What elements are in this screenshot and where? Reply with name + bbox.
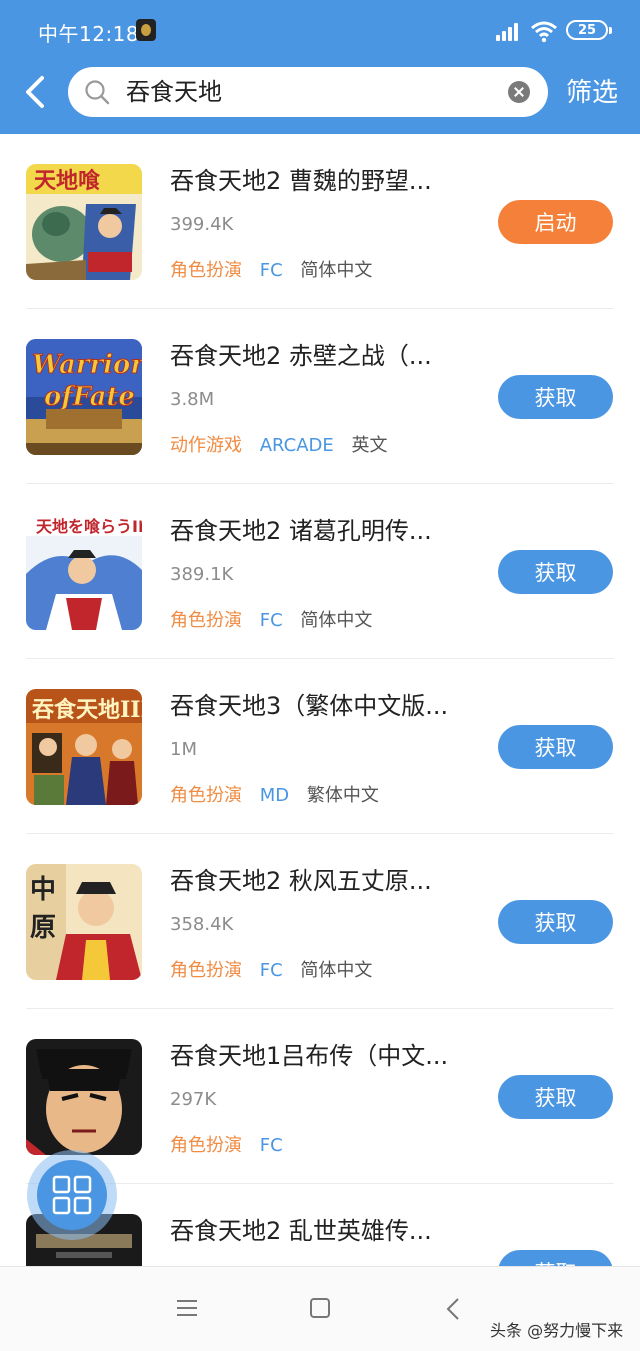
- search-box[interactable]: [68, 67, 548, 117]
- grid-icon: [52, 1175, 92, 1215]
- genre-tag: 角色扮演: [170, 260, 242, 281]
- results-list: 天地喰 吞食天地2 曹魏的野望... 399.4K 角色扮演 FC 简体中文 启…: [0, 134, 640, 1266]
- platform-tag: FC: [259, 1135, 283, 1156]
- get-button[interactable]: 获取: [498, 725, 613, 769]
- game-cover-image: Warriors ofFate: [26, 339, 142, 455]
- game-title[interactable]: 吞食天地2 秋风五丈原...: [170, 864, 470, 898]
- svg-text:天地喰: 天地喰: [34, 168, 100, 194]
- watermark: 头条 @努力慢下来: [490, 1321, 624, 1340]
- home-icon[interactable]: [310, 1298, 330, 1318]
- signal-icon: [496, 21, 522, 41]
- game-size: 297K: [170, 1089, 217, 1110]
- genre-tag: 动作游戏: [170, 435, 242, 456]
- clear-icon[interactable]: [508, 81, 530, 103]
- game-tags: 角色扮演 FC: [170, 1131, 295, 1157]
- filter-button[interactable]: 筛选: [566, 72, 618, 109]
- game-tags: 动作游戏 ARCADE 英文: [170, 431, 388, 457]
- svg-text:吞食天地III: 吞食天地III: [32, 697, 142, 723]
- language-tag: 英文: [351, 435, 388, 456]
- platform-tag: FC: [259, 960, 283, 981]
- game-title[interactable]: 吞食天地2 乱世英雄传...: [170, 1214, 470, 1248]
- game-tags: 角色扮演 FC 简体中文: [170, 956, 372, 982]
- nav-back-icon[interactable]: [446, 1297, 460, 1321]
- platform-tag: ARCADE: [259, 435, 334, 456]
- list-item[interactable]: 中 原 吞食天地2 秋风五丈原... 358.4K 角色扮演 FC 简体中文 获…: [0, 834, 640, 1009]
- platform-tag: MD: [259, 785, 290, 806]
- game-cover-image: 天地喰: [26, 164, 142, 280]
- app-header: 中午12:18 25 筛选: [0, 0, 640, 134]
- language-tag: 简体中文: [300, 610, 373, 631]
- genre-tag: 角色扮演: [170, 610, 242, 631]
- battery-icon: 25: [566, 20, 612, 40]
- svg-text:Warriors: Warriors: [32, 350, 142, 380]
- wifi-icon: [531, 21, 557, 43]
- game-title[interactable]: 吞食天地2 诸葛孔明传...: [170, 514, 470, 548]
- list-item[interactable]: 天地喰 吞食天地2 曹魏的野望... 399.4K 角色扮演 FC 简体中文 启…: [0, 134, 640, 309]
- game-cover-image: 中 原: [26, 864, 142, 980]
- list-item[interactable]: 天地を喰らうII 吞食天地2 诸葛孔明传... 389.1K 角色扮演 FC 简…: [0, 484, 640, 659]
- list-item[interactable]: Warriors ofFate 吞食天地2 赤壁之战（... 3.8M 动作游戏…: [0, 309, 640, 484]
- list-item[interactable]: 吞食天地III 吞食天地3（繁体中文版... 1M 角色扮演 MD 繁体中文 获…: [0, 659, 640, 834]
- get-button[interactable]: 获取: [498, 1075, 613, 1119]
- game-size: 399.4K: [170, 214, 234, 235]
- genre-tag: 角色扮演: [170, 960, 242, 981]
- game-title[interactable]: 吞食天地2 曹魏的野望...: [170, 164, 470, 198]
- game-title[interactable]: 吞食天地2 赤壁之战（...: [170, 339, 470, 373]
- game-size: 3.8M: [170, 389, 215, 410]
- genre-tag: 角色扮演: [170, 785, 242, 806]
- game-cover-image: 吞食天地III: [26, 689, 142, 805]
- svg-text:原: 原: [30, 913, 56, 943]
- back-arrow-icon[interactable]: [20, 74, 52, 110]
- get-button[interactable]: 获取: [498, 900, 613, 944]
- get-button[interactable]: 获取: [498, 1250, 613, 1266]
- game-title[interactable]: 吞食天地3（繁体中文版...: [170, 689, 470, 723]
- floating-menu-button[interactable]: [27, 1150, 117, 1240]
- game-tags: 角色扮演 FC 简体中文: [170, 606, 372, 632]
- game-tags: 角色扮演 FC 简体中文: [170, 256, 372, 282]
- platform-tag: FC: [259, 260, 283, 281]
- game-size: 358.4K: [170, 914, 234, 935]
- language-tag: 繁体中文: [306, 785, 379, 806]
- app-notification-icon: [136, 19, 156, 41]
- genre-tag: 角色扮演: [170, 1135, 242, 1156]
- fab-inner[interactable]: [37, 1160, 107, 1230]
- game-tags: 角色扮演 MD 繁体中文: [170, 781, 379, 807]
- game-cover-image: 天地を喰らうII: [26, 514, 142, 630]
- svg-text:中: 中: [30, 875, 56, 905]
- platform-tag: FC: [259, 610, 283, 631]
- launch-button[interactable]: 启动: [498, 200, 613, 244]
- game-cover-image: [26, 1039, 142, 1155]
- language-tag: 简体中文: [300, 260, 373, 281]
- game-title[interactable]: 吞食天地1吕布传（中文...: [170, 1039, 470, 1073]
- svg-text:ofFate: ofFate: [44, 382, 135, 412]
- game-size: 389.1K: [170, 564, 234, 585]
- system-nav-bar: 头条 @努力慢下来: [0, 1266, 640, 1351]
- search-icon: [85, 80, 110, 105]
- status-time: 中午12:18: [38, 22, 140, 46]
- get-button[interactable]: 获取: [498, 375, 613, 419]
- game-size: 1M: [170, 739, 197, 760]
- search-input[interactable]: [126, 67, 496, 117]
- get-button[interactable]: 获取: [498, 550, 613, 594]
- language-tag: 简体中文: [300, 960, 373, 981]
- svg-text:天地を喰らうII: 天地を喰らうII: [36, 517, 142, 536]
- menu-icon[interactable]: [176, 1299, 198, 1317]
- status-bar: 中午12:18 25: [0, 0, 640, 60]
